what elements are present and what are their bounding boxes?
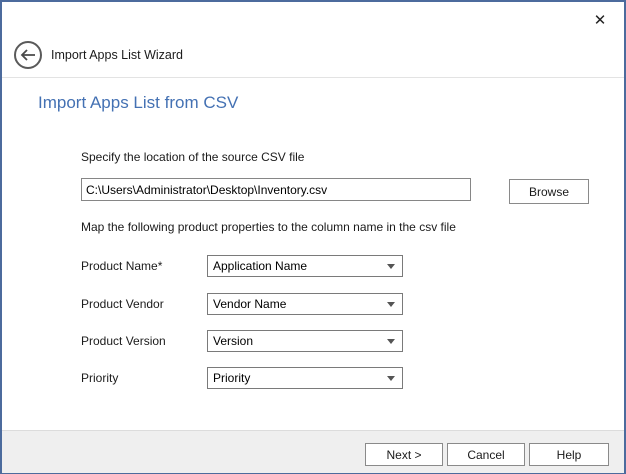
priority-label: Priority — [81, 371, 118, 385]
browse-button[interactable]: Browse — [509, 179, 589, 204]
product-name-selected-value: Application Name — [208, 259, 387, 273]
chevron-down-icon — [387, 302, 395, 307]
product-version-dropdown[interactable]: Version — [207, 330, 403, 352]
priority-dropdown[interactable]: Priority — [207, 367, 403, 389]
product-vendor-selected-value: Vendor Name — [208, 297, 387, 311]
close-icon[interactable]: ✕ — [586, 7, 614, 33]
csv-path-input[interactable] — [81, 178, 471, 201]
chevron-down-icon — [387, 264, 395, 269]
back-arrow-icon — [20, 49, 36, 61]
product-name-label: Product Name* — [81, 259, 162, 273]
help-button[interactable]: Help — [529, 443, 609, 466]
wizard-header: Import Apps List Wizard — [2, 38, 624, 72]
product-name-dropdown[interactable]: Application Name — [207, 255, 403, 277]
cancel-button[interactable]: Cancel — [447, 443, 525, 466]
chevron-down-icon — [387, 339, 395, 344]
back-button[interactable] — [14, 41, 42, 69]
wizard-title: Import Apps List Wizard — [51, 48, 183, 62]
wizard-window: ✕ Import Apps List Wizard Import Apps Li… — [0, 0, 626, 474]
next-button[interactable]: Next > — [365, 443, 443, 466]
product-vendor-label: Product Vendor — [81, 297, 164, 311]
file-location-label: Specify the location of the source CSV f… — [81, 150, 304, 164]
footer-bar: Next > Cancel Help — [2, 430, 624, 473]
product-vendor-dropdown[interactable]: Vendor Name — [207, 293, 403, 315]
mapping-instruction-label: Map the following product properties to … — [81, 220, 456, 234]
product-version-label: Product Version — [81, 334, 166, 348]
priority-selected-value: Priority — [208, 371, 387, 385]
header-divider — [2, 77, 624, 78]
chevron-down-icon — [387, 376, 395, 381]
product-version-selected-value: Version — [208, 334, 387, 348]
page-title: Import Apps List from CSV — [38, 93, 238, 113]
